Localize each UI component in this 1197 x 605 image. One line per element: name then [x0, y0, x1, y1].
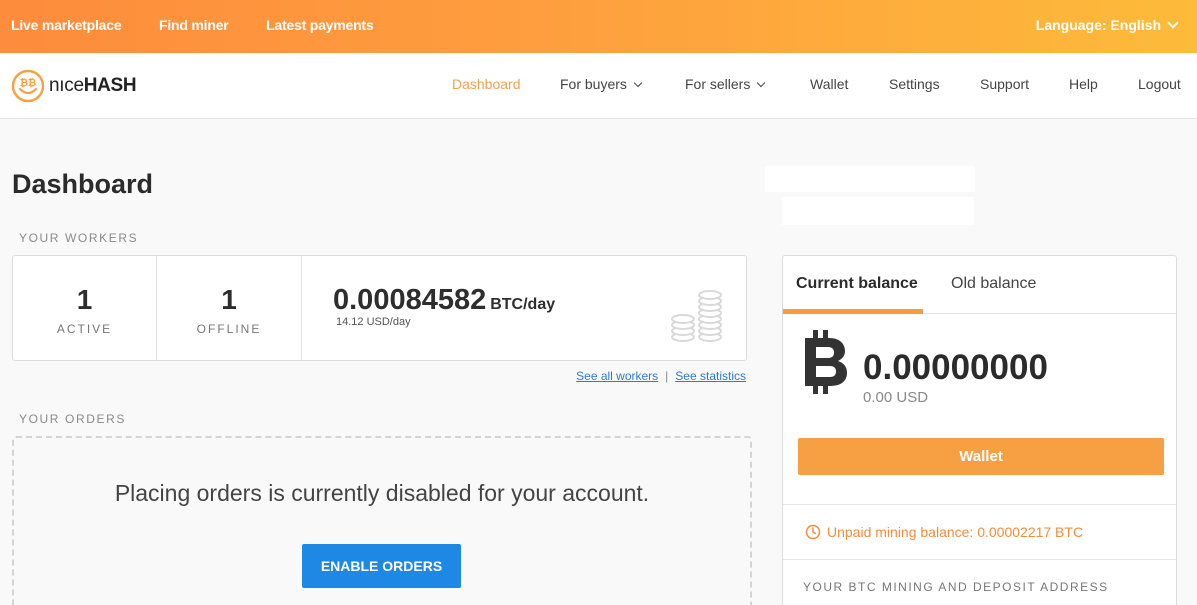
- active-count: 1: [76, 284, 93, 315]
- chevron-down-icon: [757, 78, 766, 88]
- workers-section-label: YOUR WORKERS: [19, 231, 139, 245]
- logo-smiley-icon: ₿₿: [11, 69, 45, 103]
- active-workers[interactable]: 1 ACTIVE: [13, 256, 156, 360]
- nav-support[interactable]: Support: [980, 76, 1029, 92]
- nav-for-sellers[interactable]: For sellers: [685, 76, 766, 92]
- clock-icon: [805, 524, 821, 540]
- main-navbar: ₿₿ nıceHASH Dashboard For buyers For sel…: [0, 53, 1197, 119]
- orders-disabled-message: Placing orders is currently disabled for…: [114, 480, 650, 506]
- profitability-rate: 0.00084582 BTC/day 14.12 USD/day: [333, 284, 555, 328]
- chevron-down-icon: [633, 78, 643, 88]
- nav-for-buyers[interactable]: For buyers: [560, 76, 643, 92]
- logo-wordmark: nıceHASH: [49, 75, 137, 96]
- nav-settings[interactable]: Settings: [889, 76, 940, 92]
- tab-current-balance[interactable]: Current balance: [796, 275, 918, 293]
- chevron-down-icon: [1167, 16, 1179, 29]
- coins-stack-icon: [671, 290, 722, 342]
- bitcoin-icon: [805, 330, 847, 394]
- page-title: Dashboard: [12, 169, 154, 199]
- see-all-workers-link[interactable]: See all workers: [576, 369, 658, 383]
- find-miner-link[interactable]: Find miner: [159, 17, 229, 33]
- rate-unit: BTC/day: [490, 296, 556, 313]
- usd-balance: 0.00 USD: [863, 389, 929, 406]
- svg-text:₿₿: ₿₿: [20, 77, 36, 89]
- language-selector[interactable]: Language: English: [1035, 16, 1179, 33]
- active-label: ACTIVE: [56, 322, 113, 336]
- nav-wallet[interactable]: Wallet: [810, 76, 848, 92]
- nicehash-logo[interactable]: ₿₿ nıceHASH: [11, 69, 137, 103]
- latest-payments-link[interactable]: Latest payments: [266, 17, 374, 33]
- see-statistics-link[interactable]: See statistics: [675, 369, 746, 383]
- divider: [783, 504, 1176, 505]
- active-tab-indicator: [783, 309, 923, 314]
- loading-placeholder: [782, 197, 974, 225]
- divider: [301, 256, 302, 360]
- language-label: Language: English: [1035, 17, 1161, 33]
- workers-card: 1 ACTIVE 1 OFFLINE 0.00084582 BTC/day 14.…: [12, 255, 747, 361]
- nav-logout[interactable]: Logout: [1138, 76, 1181, 92]
- link-separator: |: [665, 369, 669, 383]
- nav-dashboard[interactable]: Dashboard: [452, 76, 521, 92]
- orders-section-label: YOUR ORDERS: [19, 412, 126, 426]
- workers-links: See all workers | See statistics: [576, 369, 746, 383]
- wallet-button[interactable]: Wallet: [798, 438, 1164, 475]
- btc-address-label: YOUR BTC MINING AND DEPOSIT ADDRESS: [803, 580, 1109, 594]
- rate-usd: 14.12 USD/day: [336, 316, 411, 328]
- divider: [783, 559, 1176, 560]
- balance-card: Current balance Old balance 0.00000000 0…: [782, 255, 1177, 605]
- offline-label: OFFLINE: [196, 322, 262, 336]
- enable-orders-button[interactable]: ENABLE ORDERS: [302, 544, 461, 588]
- unpaid-mining-balance: Unpaid mining balance: 0.00002217 BTC: [805, 524, 1083, 540]
- balance-tabs: Current balance Old balance: [783, 256, 1176, 314]
- live-marketplace-link[interactable]: Live marketplace: [11, 17, 122, 33]
- offline-count: 1: [221, 284, 237, 315]
- btc-balance: 0.00000000: [863, 348, 1048, 387]
- nav-help[interactable]: Help: [1069, 76, 1098, 92]
- loading-placeholder: [765, 166, 975, 192]
- unpaid-text: Unpaid mining balance: 0.00002217 BTC: [827, 524, 1084, 540]
- top-bar: Live marketplace Find miner Latest payme…: [0, 0, 1197, 53]
- rate-value: 0.00084582: [333, 284, 487, 316]
- orders-panel: Placing orders is currently disabled for…: [12, 436, 752, 605]
- offline-workers[interactable]: 1 OFFLINE: [157, 256, 301, 360]
- tab-old-balance[interactable]: Old balance: [951, 275, 1036, 293]
